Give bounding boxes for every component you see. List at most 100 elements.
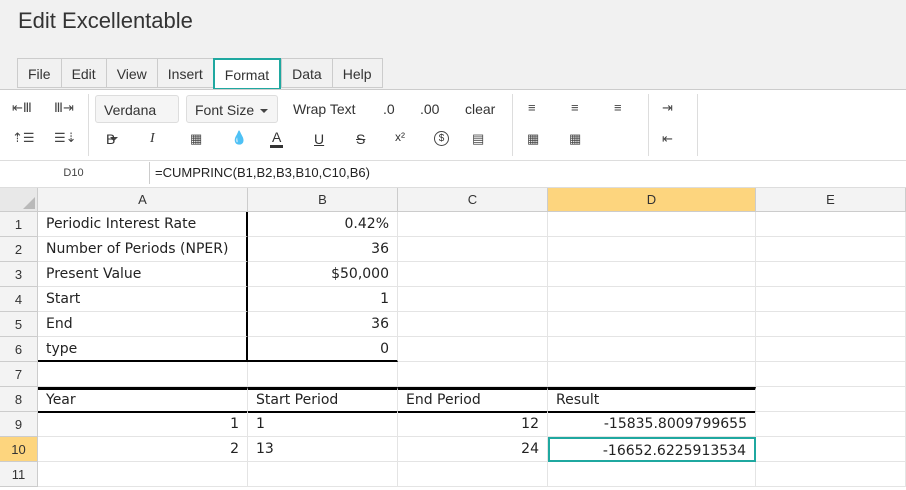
menu-tab-edit[interactable]: Edit	[60, 58, 106, 88]
cell-a6[interactable]: type	[38, 337, 248, 362]
cell-b3[interactable]: $50,000	[248, 262, 398, 287]
cell-a2[interactable]: Number of Periods (NPER)	[38, 237, 248, 262]
currency-button[interactable]: $	[434, 131, 449, 146]
cell-c4[interactable]	[398, 287, 548, 312]
column-header-d[interactable]: D	[548, 188, 756, 212]
cell-reference-box[interactable]: D10	[0, 161, 147, 185]
cell-d4[interactable]	[548, 287, 756, 312]
row-header-4[interactable]: 4	[0, 287, 38, 312]
indent-decrease-icon[interactable]: ⇤	[662, 131, 673, 147]
cell-e10[interactable]	[756, 437, 906, 462]
cell-a7[interactable]	[38, 362, 248, 387]
increase-decimal-button[interactable]: .00	[420, 101, 439, 117]
row-header-10[interactable]: 10	[0, 437, 38, 462]
cell-a5[interactable]: End	[38, 312, 248, 337]
superscript-button[interactable]: x²	[395, 130, 405, 144]
cell-c10[interactable]: 24	[398, 437, 548, 462]
cell-d8[interactable]: Result	[548, 387, 756, 413]
cell-e11[interactable]	[756, 462, 906, 487]
row-header-1[interactable]: 1	[0, 212, 38, 237]
cell-b9[interactable]: 1	[248, 412, 398, 437]
text-color-button[interactable]: A	[270, 129, 284, 148]
cell-d6[interactable]	[548, 337, 756, 362]
cell-c7[interactable]	[398, 362, 548, 387]
cell-b10[interactable]: 13	[248, 437, 398, 462]
cell-a1[interactable]: Periodic Interest Rate	[38, 212, 248, 237]
cell-d10[interactable]: -16652.6225913534	[548, 437, 756, 462]
cell-e5[interactable]	[756, 312, 906, 337]
strikethrough-button[interactable]: S	[356, 131, 365, 147]
cell-c2[interactable]	[398, 237, 548, 262]
indent-increase-icon[interactable]: ⇥	[662, 100, 673, 116]
cell-e1[interactable]	[756, 212, 906, 237]
cell-c5[interactable]	[398, 312, 548, 337]
cell-e9[interactable]	[756, 412, 906, 437]
column-header-b[interactable]: B	[248, 188, 398, 212]
clear-format-button[interactable]: clear	[465, 101, 495, 117]
cell-b7[interactable]	[248, 362, 398, 387]
insert-column-left-icon[interactable]: ⇤Ⅲ	[12, 100, 32, 116]
cell-c11[interactable]	[398, 462, 548, 487]
cell-d1[interactable]	[548, 212, 756, 237]
cell-c3[interactable]	[398, 262, 548, 287]
cell-a9[interactable]: 1	[38, 412, 248, 437]
cell-d9[interactable]: -15835.8009799655	[548, 412, 756, 437]
cell-b6[interactable]: 0	[248, 337, 398, 362]
wrap-text-button[interactable]: Wrap Text	[293, 101, 356, 117]
row-header-5[interactable]: 5	[0, 312, 38, 337]
cell-b11[interactable]	[248, 462, 398, 487]
cell-e4[interactable]	[756, 287, 906, 312]
column-header-a[interactable]: A	[38, 188, 248, 212]
menu-tab-insert[interactable]: Insert	[156, 58, 213, 88]
align-center-icon[interactable]: ≡	[571, 100, 579, 115]
insert-row-below-icon[interactable]: ☰⇣	[54, 130, 77, 146]
cell-c6[interactable]	[398, 337, 548, 362]
borders-icon[interactable]: ▦	[190, 131, 202, 147]
table-grid-icon[interactable]: ▦	[569, 131, 581, 147]
insert-column-right-icon[interactable]: Ⅲ⇥	[54, 100, 74, 116]
font-family-dropdown[interactable]: Verdana	[95, 95, 179, 142]
cell-a10[interactable]: 2	[38, 437, 248, 462]
menu-tab-help[interactable]: Help	[331, 58, 383, 88]
cell-c9[interactable]: 12	[398, 412, 548, 437]
insert-row-above-icon[interactable]: ⇡☰	[12, 130, 35, 146]
cell-c8[interactable]: End Period	[398, 387, 548, 413]
row-header-8[interactable]: 8	[0, 387, 38, 412]
cell-a8[interactable]: Year	[38, 387, 248, 413]
cell-e3[interactable]	[756, 262, 906, 287]
cell-a11[interactable]	[38, 462, 248, 487]
cell-d7[interactable]	[548, 362, 756, 387]
insert-table-icon[interactable]: ▦	[527, 131, 539, 147]
row-header-6[interactable]: 6	[0, 337, 38, 362]
decrease-decimal-button[interactable]: .0	[383, 101, 395, 117]
cell-b2[interactable]: 36	[248, 237, 398, 262]
cell-a3[interactable]: Present Value	[38, 262, 248, 287]
formula-input[interactable]: =CUMPRINC(B1,B2,B3,B10,C10,B6)	[149, 162, 906, 184]
cell-e6[interactable]	[756, 337, 906, 362]
cell-d11[interactable]	[548, 462, 756, 487]
row-header-3[interactable]: 3	[0, 262, 38, 287]
cell-e8[interactable]	[756, 387, 906, 412]
select-all-corner[interactable]	[0, 188, 38, 212]
row-header-7[interactable]: 7	[0, 362, 38, 387]
menu-tab-view[interactable]: View	[105, 58, 157, 88]
cell-d3[interactable]	[548, 262, 756, 287]
cell-b4[interactable]: 1	[248, 287, 398, 312]
row-header-2[interactable]: 2	[0, 237, 38, 262]
row-header-9[interactable]: 9	[0, 412, 38, 437]
menu-tab-data[interactable]: Data	[281, 58, 332, 88]
menu-tab-file[interactable]: File	[17, 58, 61, 88]
cell-b1[interactable]: 0.42%	[248, 212, 398, 237]
bold-button[interactable]: B	[106, 131, 115, 147]
underline-button[interactable]: U	[314, 131, 324, 147]
row-header-11[interactable]: 11	[0, 462, 38, 487]
merge-cells-icon[interactable]: ▤	[472, 131, 484, 147]
column-header-c[interactable]: C	[398, 188, 548, 212]
cell-b8[interactable]: Start Period	[248, 387, 398, 413]
align-left-icon[interactable]: ≡	[528, 100, 536, 115]
fill-color-icon[interactable]: 💧	[231, 130, 247, 146]
align-right-icon[interactable]: ≡	[614, 100, 622, 115]
font-size-dropdown[interactable]: Font Size	[186, 95, 278, 123]
cell-e2[interactable]	[756, 237, 906, 262]
cell-c1[interactable]	[398, 212, 548, 237]
